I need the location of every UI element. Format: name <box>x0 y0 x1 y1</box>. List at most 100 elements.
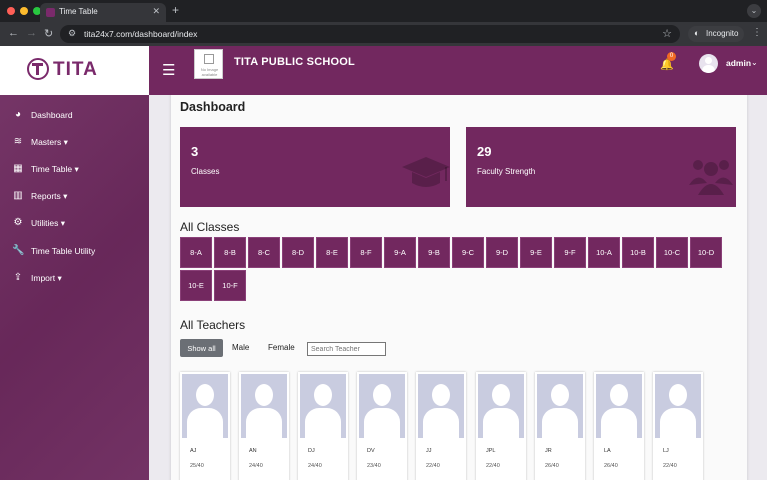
sidebar-item-label: Masters ▾ <box>31 137 68 147</box>
dashboard-card: Dashboard 3 Classes 29 Faculty Strength … <box>171 95 747 480</box>
teacher-name: LA <box>604 448 611 454</box>
upload-icon: ⇪ <box>13 272 23 283</box>
teacher-name: DJ <box>308 448 315 454</box>
chevron-down-icon[interactable]: ⌄ <box>751 58 758 67</box>
sidebar-item-time-table[interactable]: ▦ Time Table ▾ <box>0 159 149 181</box>
url-text: tita24x7.com/dashboard/index <box>84 29 198 39</box>
page-title: Dashboard <box>180 100 246 114</box>
sidebar-item-label: Import ▾ <box>31 273 62 283</box>
logo[interactable]: TITA <box>0 46 149 95</box>
user-name[interactable]: admin <box>726 58 751 68</box>
sidebar-item-time-table-utility[interactable]: 🔧 Time Table Utility <box>0 241 149 263</box>
male-filter-button[interactable]: Male <box>232 343 249 361</box>
class-button[interactable]: 9-F <box>554 237 586 268</box>
database-icon: ≋ <box>13 136 23 147</box>
teacher-name: AJ <box>190 448 197 454</box>
teacher-load: 22/40 <box>426 463 440 469</box>
class-button[interactable]: 8-E <box>316 237 348 268</box>
teacher-name: JPL <box>486 448 496 454</box>
sidebar-item-label: Time Table ▾ <box>31 164 79 174</box>
browser-menu-icon[interactable]: ⋮ <box>752 27 762 38</box>
stat-faculty[interactable]: 29 Faculty Strength <box>466 127 736 207</box>
class-button[interactable]: 8-B <box>214 237 246 268</box>
class-button[interactable]: 10-C <box>656 237 688 268</box>
tab-title: Time Table <box>59 7 98 16</box>
class-button[interactable]: 10-F <box>214 270 246 301</box>
avatar[interactable] <box>699 54 718 73</box>
close-window-button[interactable] <box>7 7 15 15</box>
avatar-placeholder-icon <box>537 374 583 438</box>
tab-search-icon[interactable]: ⌄ <box>747 4 761 18</box>
avatar-placeholder-icon <box>241 374 287 438</box>
sidebar-item-utilities[interactable]: ⚙ Utilities ▾ <box>0 213 149 235</box>
teacher-load: 24/40 <box>308 463 322 469</box>
sidebar-item-reports[interactable]: ▥ Reports ▾ <box>0 186 149 208</box>
reload-icon[interactable]: ↻ <box>44 27 53 40</box>
forward-icon[interactable]: → <box>26 27 37 39</box>
class-button[interactable]: 9-D <box>486 237 518 268</box>
teacher-card[interactable]: JPL 22/40 <box>476 372 526 480</box>
new-tab-icon[interactable]: + <box>172 3 179 17</box>
calendar-icon: ▦ <box>13 163 23 174</box>
search-teacher-input[interactable] <box>307 342 386 356</box>
teacher-card[interactable]: DJ 24/40 <box>298 372 348 480</box>
school-logo-caption: No Image available <box>200 67 219 77</box>
class-button[interactable]: 10-B <box>622 237 654 268</box>
school-name: TITA PUBLIC SCHOOL <box>234 56 355 68</box>
logo-text: TITA <box>53 59 98 80</box>
teacher-card[interactable]: LA 26/40 <box>594 372 644 480</box>
bookmark-star-icon[interactable]: ☆ <box>662 27 672 40</box>
image-placeholder-icon <box>204 54 214 64</box>
users-icon <box>689 160 733 195</box>
class-button[interactable]: 9-A <box>384 237 416 268</box>
dashboard-icon: ◕ <box>14 109 22 120</box>
avatar-placeholder-icon <box>655 374 701 438</box>
tab-close-icon[interactable]: ✕ <box>152 6 160 17</box>
female-filter-button[interactable]: Female <box>268 343 295 361</box>
teacher-card[interactable]: JR 26/40 <box>535 372 585 480</box>
avatar-placeholder-icon <box>596 374 642 438</box>
sidebar-item-masters[interactable]: ≋ Masters ▾ <box>0 132 149 154</box>
class-button[interactable]: 10-E <box>180 270 212 301</box>
class-button[interactable]: 9-E <box>520 237 552 268</box>
avatar-placeholder-icon <box>478 374 524 438</box>
school-logo: No Image available <box>194 49 223 79</box>
browser-tab[interactable]: Time Table ✕ <box>40 3 166 22</box>
browser-tab-bar: Time Table ✕ + ⌄ <box>0 0 767 22</box>
teacher-card[interactable]: AN 24/40 <box>239 372 289 480</box>
class-button[interactable]: 8-C <box>248 237 280 268</box>
stat-value: 3 <box>191 144 199 159</box>
avatar-placeholder-icon <box>300 374 346 438</box>
stat-value: 29 <box>477 144 492 159</box>
teacher-load: 25/40 <box>190 463 204 469</box>
teacher-load: 23/40 <box>367 463 381 469</box>
teacher-name: DV <box>367 448 375 454</box>
incognito-icon: ◐ <box>694 28 700 38</box>
incognito-indicator[interactable]: ◐ Incognito <box>688 26 744 42</box>
minimize-window-button[interactable] <box>20 7 28 15</box>
show-all-button[interactable]: Show all <box>180 339 223 357</box>
graduation-cap-icon <box>402 157 450 187</box>
favicon-icon <box>46 8 55 17</box>
class-button[interactable]: 9-C <box>452 237 484 268</box>
teacher-load: 22/40 <box>486 463 500 469</box>
url-input[interactable]: ⚙ tita24x7.com/dashboard/index ☆ <box>60 25 680 43</box>
class-button[interactable]: 8-A <box>180 237 212 268</box>
stat-label: Classes <box>191 167 220 176</box>
teacher-card[interactable]: LJ 22/40 <box>653 372 703 480</box>
teacher-card[interactable]: JJ 22/40 <box>416 372 466 480</box>
stat-classes[interactable]: 3 Classes <box>180 127 450 207</box>
hamburger-menu-icon[interactable]: ☰ <box>162 61 175 79</box>
gear-icon: ⚙ <box>13 217 23 228</box>
teacher-card[interactable]: DV 23/40 <box>357 372 407 480</box>
class-button[interactable]: 10-D <box>690 237 722 268</box>
class-button[interactable]: 9-B <box>418 237 450 268</box>
sidebar-item-import[interactable]: ⇪ Import ▾ <box>0 268 149 290</box>
site-info-icon[interactable]: ⚙ <box>68 28 76 39</box>
class-button[interactable]: 8-F <box>350 237 382 268</box>
class-button[interactable]: 8-D <box>282 237 314 268</box>
back-icon[interactable]: ← <box>8 27 19 39</box>
sidebar-item-dashboard[interactable]: ◕ Dashboard <box>0 105 149 127</box>
class-button[interactable]: 10-A <box>588 237 620 268</box>
teacher-card[interactable]: AJ 25/40 <box>180 372 230 480</box>
